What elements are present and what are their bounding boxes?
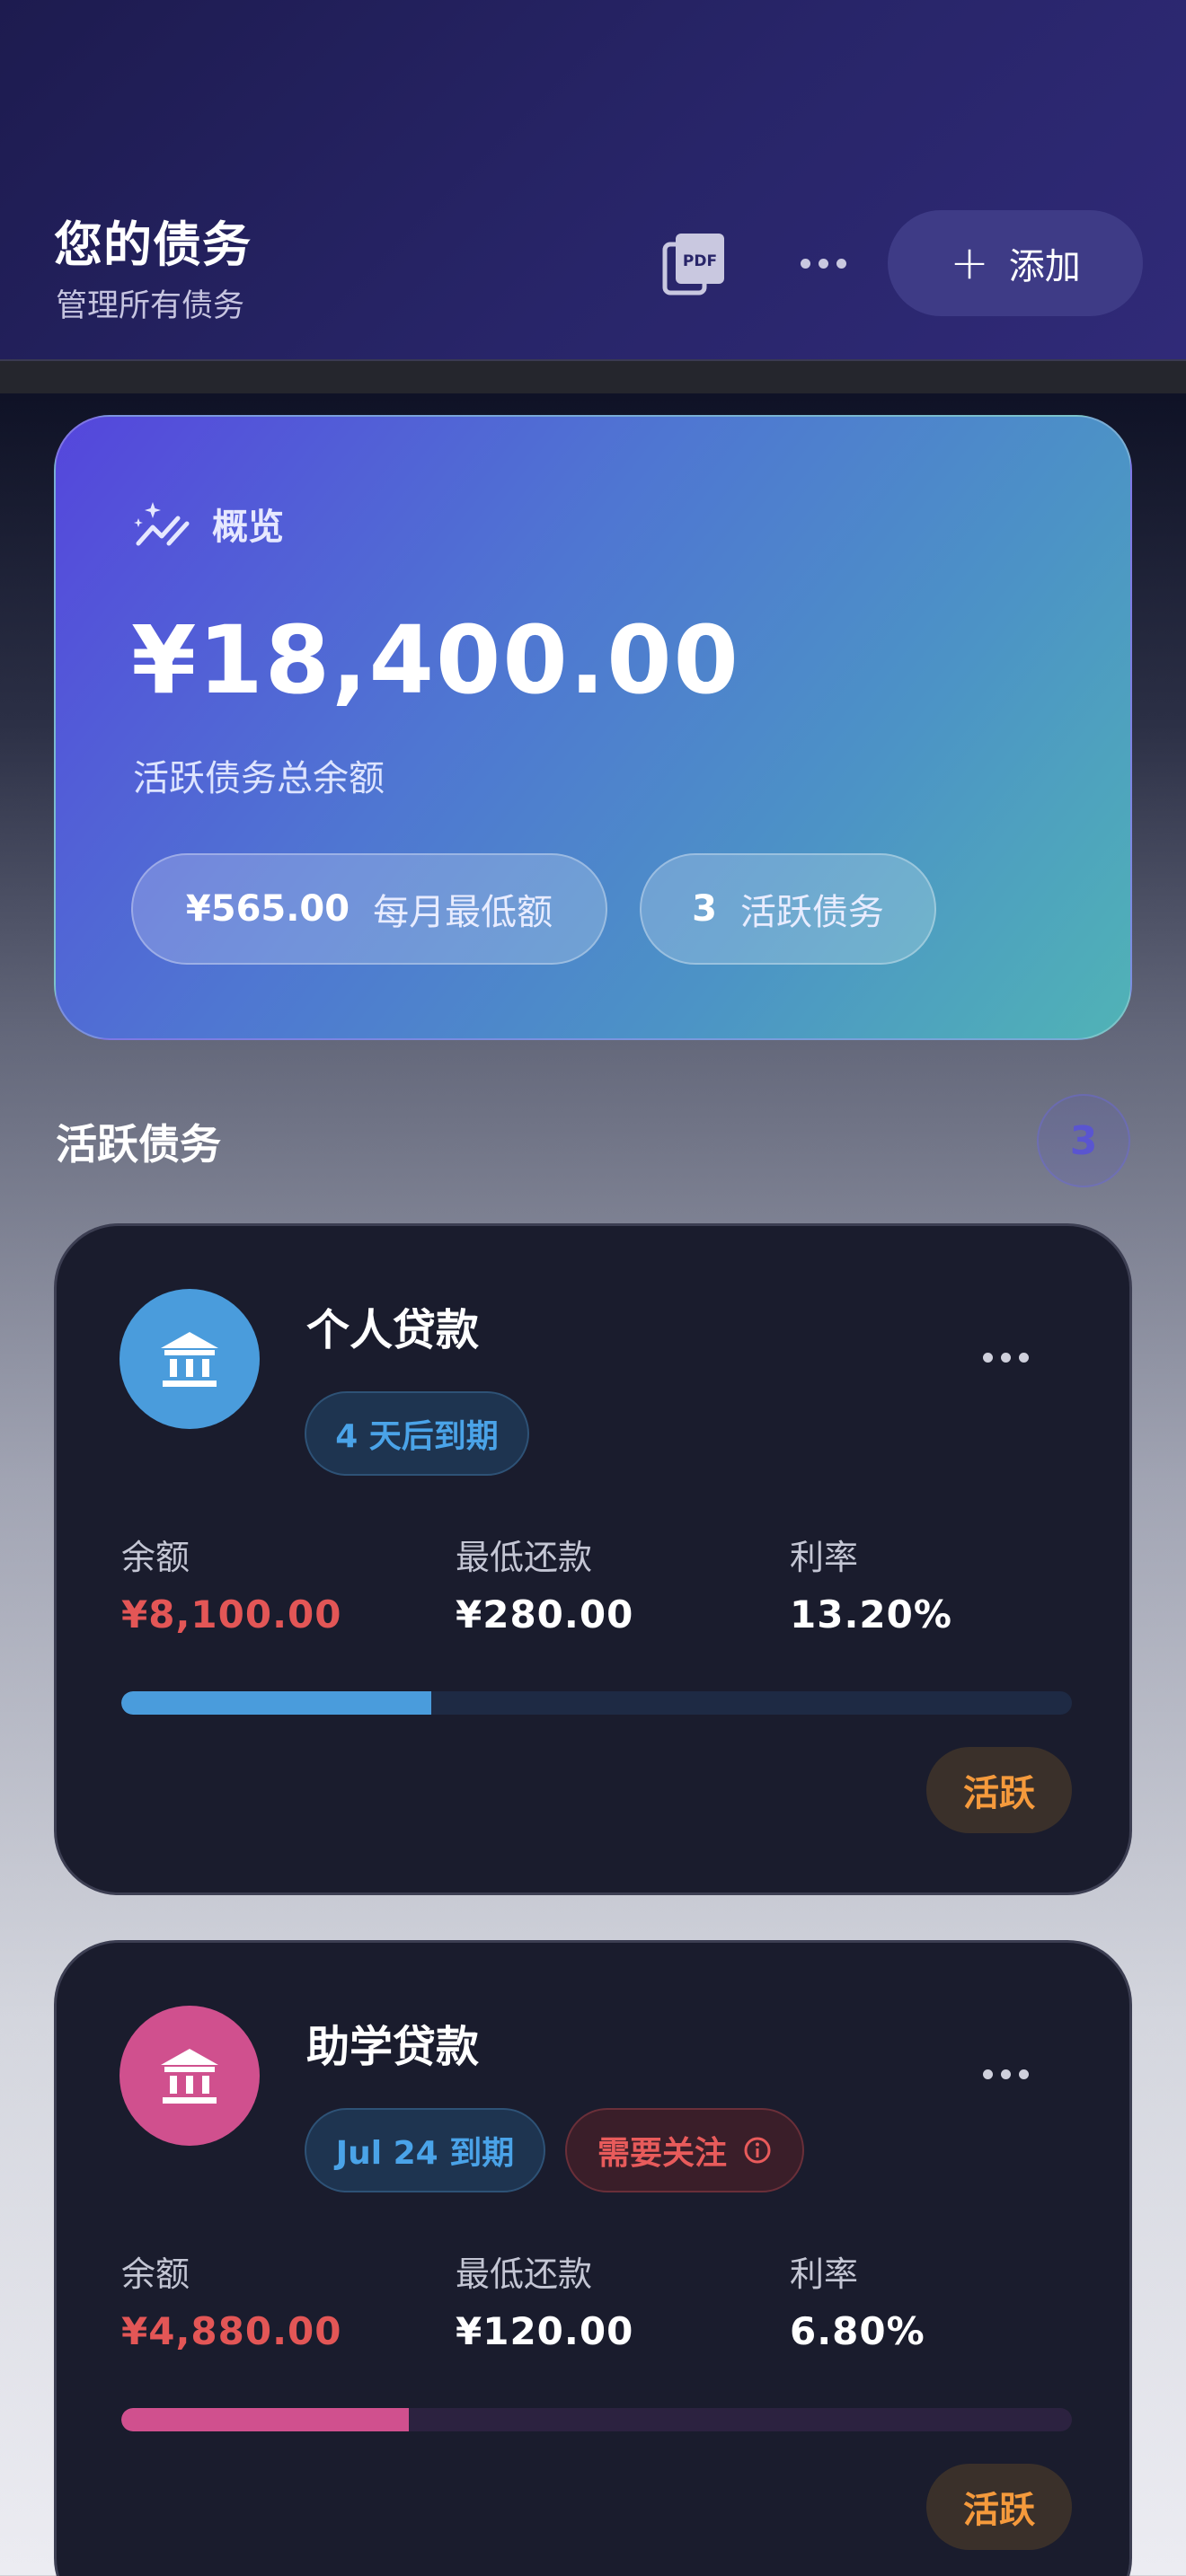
section-count-badge: 3 [1037, 1094, 1130, 1187]
monthly-minimum-label: 每月最低额 [373, 892, 553, 933]
pdf-icon: PDF [662, 234, 724, 296]
more-dot [818, 258, 828, 269]
active-count-label: 活跃债务 [739, 892, 884, 933]
svg-text:PDF: PDF [683, 252, 717, 270]
sparkle-trend-icon [134, 502, 190, 546]
payoff-progress-fill [121, 2408, 409, 2431]
due-date-label: Jul 24 到期 [335, 2135, 515, 2172]
total-balance-description: 活跃债务总余额 [133, 758, 385, 799]
header-divider [0, 361, 1186, 393]
debt-more-button[interactable] [973, 1339, 1038, 1375]
debt-card[interactable]: 助学贷款 Jul 24 到期 需要关注 余额 最低还款 利率 ¥4,880.00… [54, 1940, 1132, 2576]
rate-value: 13.20% [790, 1592, 952, 1636]
min-payment-value: ¥120.00 [456, 2309, 634, 2353]
min-payment-value: ¥280.00 [456, 1592, 634, 1636]
more-horizontal-icon [982, 1352, 993, 1363]
balance-label: 余额 [121, 1538, 190, 1577]
active-count-value: 3 [692, 888, 717, 930]
min-payment-label: 最低还款 [456, 1538, 593, 1577]
more-horizontal-icon [982, 2069, 993, 2079]
add-debt-button[interactable]: + 添加 [888, 210, 1143, 316]
more-options-button[interactable] [791, 235, 855, 291]
rate-label: 利率 [790, 1538, 859, 1577]
balance-value: ¥8,100.00 [121, 1592, 342, 1636]
add-button-label: 添加 [1008, 246, 1081, 287]
more-dot [1018, 1352, 1029, 1363]
pdf-export-button[interactable]: PDF [661, 232, 726, 296]
payoff-progress-fill [121, 1691, 431, 1715]
info-icon [744, 2137, 771, 2164]
min-payment-label: 最低还款 [456, 2254, 593, 2294]
debt-more-button[interactable] [973, 2056, 1038, 2092]
attention-badge: 需要关注 [565, 2108, 804, 2192]
bank-icon [119, 1289, 260, 1429]
more-dot [836, 258, 846, 269]
due-date-label: 4 天后到期 [335, 1418, 499, 1455]
balance-value: ¥4,880.00 [121, 2309, 342, 2353]
page-title: 您的债务 [54, 216, 252, 273]
app-header: 您的债务 管理所有债务 PDF + 添加 [0, 0, 1186, 361]
plus-icon: + [950, 236, 989, 290]
section-title: 活跃债务 [56, 1120, 221, 1169]
more-dot [1000, 1352, 1011, 1363]
more-dot [1000, 2069, 1011, 2079]
due-date-badge: 4 天后到期 [305, 1391, 529, 1476]
status-badge: 活跃 [926, 2464, 1072, 2550]
payoff-progress-bar [121, 1691, 1072, 1715]
debt-name: 个人贷款 [306, 1305, 480, 1355]
total-balance: ¥18,400.00 [131, 605, 740, 715]
attention-label: 需要关注 [597, 2135, 727, 2172]
monthly-minimum-pill: ¥565.00 每月最低额 [131, 853, 607, 965]
debt-card[interactable]: 个人贷款 4 天后到期 余额 最低还款 利率 ¥8,100.00 ¥280.00… [54, 1223, 1132, 1895]
more-dot [1018, 2069, 1029, 2079]
page-subtitle: 管理所有债务 [56, 288, 245, 324]
balance-label: 余额 [121, 2254, 190, 2294]
overview-header: 概览 [133, 498, 284, 550]
rate-label: 利率 [790, 2254, 859, 2294]
monthly-minimum-value: ¥565.00 [185, 888, 350, 930]
more-horizontal-icon [800, 258, 810, 269]
due-date-badge: Jul 24 到期 [305, 2108, 545, 2192]
status-badge: 活跃 [926, 1747, 1072, 1833]
rate-value: 6.80% [790, 2309, 925, 2353]
overview-card: 概览 ¥18,400.00 活跃债务总余额 ¥565.00 每月最低额 3 活跃… [54, 415, 1132, 1040]
payoff-progress-bar [121, 2408, 1072, 2431]
active-count-pill: 3 活跃债务 [640, 853, 936, 965]
overview-label: 概览 [212, 507, 284, 548]
debt-name: 助学贷款 [306, 2022, 480, 2072]
bank-icon [119, 2006, 260, 2146]
